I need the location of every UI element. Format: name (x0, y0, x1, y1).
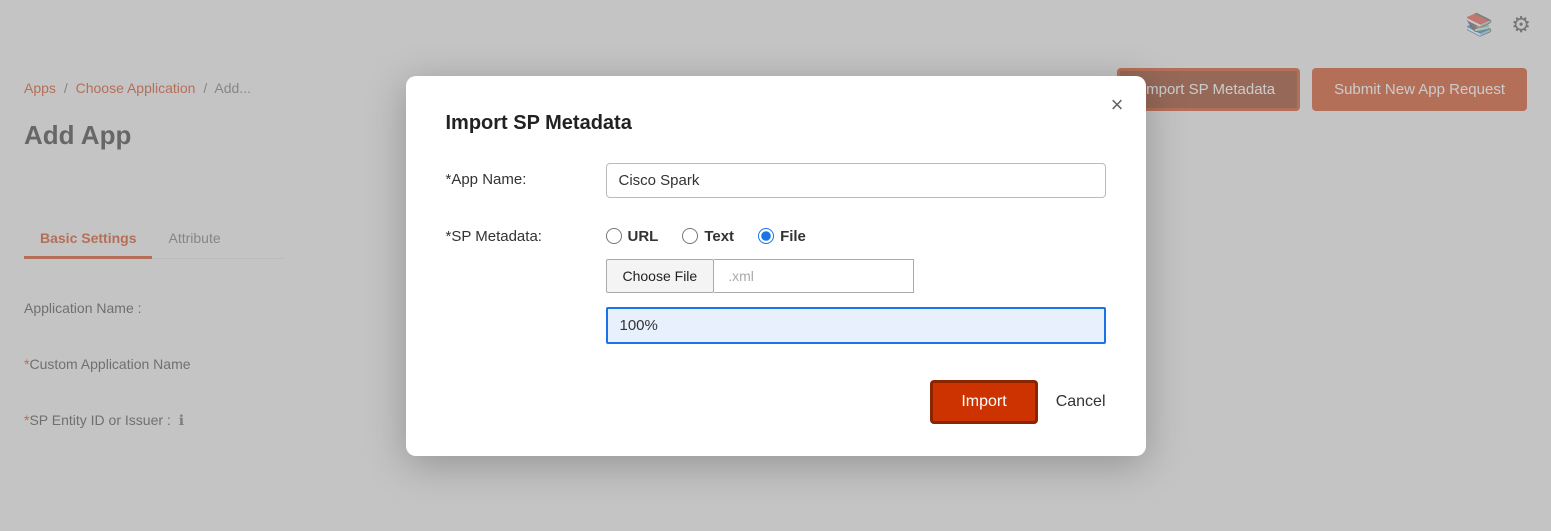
radio-text-option[interactable]: Text (682, 228, 734, 245)
progress-input[interactable] (606, 307, 1106, 344)
radio-text-input[interactable] (682, 228, 698, 244)
app-name-label: *App Name: (446, 163, 606, 188)
sp-metadata-label: *SP Metadata: (446, 220, 606, 245)
app-name-row: *App Name: (446, 163, 1106, 198)
choose-file-button[interactable]: Choose File (606, 259, 715, 293)
cancel-button[interactable]: Cancel (1056, 393, 1106, 411)
radio-file-option[interactable]: File (758, 228, 806, 245)
file-name-display: .xml (714, 259, 914, 293)
file-input-row: Choose File .xml (606, 259, 1106, 293)
metadata-radio-group: URL Text File (606, 220, 1106, 245)
radio-url-option[interactable]: URL (606, 228, 659, 245)
import-button[interactable]: Import (930, 380, 1037, 424)
close-button[interactable]: × (1111, 94, 1124, 116)
import-sp-metadata-modal: Import SP Metadata × *App Name: *SP Meta… (406, 76, 1146, 456)
radio-file-input[interactable] (758, 228, 774, 244)
sp-metadata-row: *SP Metadata: URL Text File (446, 220, 1106, 344)
modal-overlay: Import SP Metadata × *App Name: *SP Meta… (0, 0, 1551, 531)
modal-footer: Import Cancel (446, 380, 1106, 424)
radio-url-input[interactable] (606, 228, 622, 244)
modal-title: Import SP Metadata (446, 112, 1106, 135)
app-name-input[interactable] (606, 163, 1106, 198)
